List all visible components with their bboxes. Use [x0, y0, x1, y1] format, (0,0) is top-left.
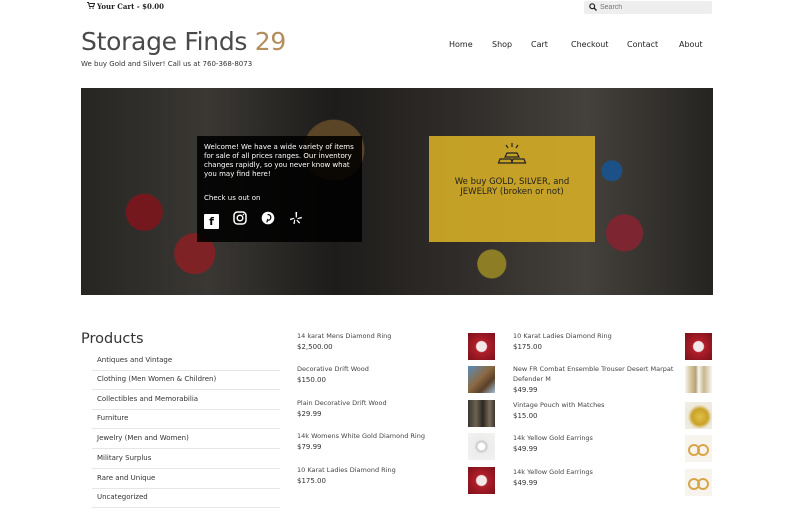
product-price: $49.99: [513, 479, 538, 487]
category-label: Uncategorized: [97, 493, 148, 501]
product-thumbnail[interactable]: [468, 400, 495, 427]
product-name[interactable]: 14 karat Mens Diamond Ring: [297, 331, 457, 341]
site-title-text: Storage Finds: [81, 27, 248, 56]
product-price: $175.00: [297, 477, 326, 485]
search-input[interactable]: [600, 2, 708, 12]
category-antiques[interactable]: Antiques and Vintage: [92, 352, 280, 371]
product-thumbnail[interactable]: [685, 366, 712, 393]
nav-cart[interactable]: Cart: [531, 40, 548, 49]
nav-about[interactable]: About: [679, 40, 703, 49]
social-links: f: [204, 210, 311, 229]
nav-checkout[interactable]: Checkout: [571, 40, 608, 49]
category-clothing[interactable]: Clothing (Men Women & Children): [92, 371, 280, 390]
product-price: $49.99: [513, 445, 538, 453]
yelp-icon[interactable]: [288, 211, 303, 226]
gold-bars-icon: [497, 142, 527, 164]
product-name[interactable]: 14k Yellow Gold Earrings: [513, 467, 678, 477]
product-thumbnail[interactable]: [468, 433, 495, 460]
products-heading: Products: [81, 331, 144, 347]
product-price: $150.00: [297, 376, 326, 384]
category-label: Furniture: [97, 414, 129, 422]
product-price: $49.99: [513, 386, 538, 394]
hero-banner: Welcome! We have a wide variety of items…: [81, 88, 713, 295]
product-name[interactable]: New FR Combat Ensemble Trouser Desert Ma…: [513, 364, 683, 384]
pinterest-icon[interactable]: [260, 211, 275, 226]
search-icon[interactable]: [589, 3, 597, 13]
product-thumbnail[interactable]: [468, 333, 495, 360]
product-name[interactable]: 10 Karat Ladies Diamond Ring: [297, 465, 457, 475]
site-tagline: We buy Gold and Silver! Call us at 760-3…: [81, 60, 253, 68]
product-thumbnail[interactable]: [685, 469, 712, 496]
product-price: $79.99: [297, 443, 322, 451]
category-label: Antiques and Vintage: [97, 356, 173, 364]
facebook-icon[interactable]: f: [204, 214, 219, 229]
category-jewelry[interactable]: Jewelry (Men and Women): [92, 430, 280, 449]
category-military[interactable]: Military Surplus: [92, 450, 280, 469]
category-collectibles[interactable]: Collectibles and Memorabilia: [92, 391, 280, 410]
category-label: Collectibles and Memorabilia: [97, 395, 199, 403]
cart-icon: [87, 2, 96, 11]
product-thumbnail[interactable]: [685, 435, 712, 462]
gold-panel: We buy GOLD, SILVER, and JEWELRY (broken…: [429, 136, 595, 242]
welcome-panel: Welcome! We have a wide variety of items…: [197, 136, 362, 242]
product-thumbnail[interactable]: [468, 467, 495, 494]
category-rare[interactable]: Rare and Unique: [92, 470, 280, 489]
product-price: $175.00: [513, 343, 542, 351]
category-label: Rare and Unique: [97, 474, 156, 482]
product-name[interactable]: 10 Karat Ladies Diamond Ring: [513, 331, 678, 341]
product-name[interactable]: Decorative Drift Wood: [297, 364, 457, 374]
top-bar: Your Cart - $0.00: [0, 0, 796, 16]
site-title[interactable]: Storage Finds 29: [81, 27, 286, 56]
nav-shop[interactable]: Shop: [492, 40, 512, 49]
category-label: Military Surplus: [97, 454, 152, 462]
product-name[interactable]: 14k Yellow Gold Earrings: [513, 433, 678, 443]
nav-home[interactable]: Home: [449, 40, 473, 49]
product-thumbnail[interactable]: [468, 366, 495, 393]
check-us-out-text: Check us out on: [204, 194, 261, 202]
search-box: [584, 1, 712, 14]
category-label: Clothing (Men Women & Children): [97, 375, 217, 383]
site-title-number: 29: [254, 27, 287, 56]
welcome-text: Welcome! We have a wide variety of items…: [204, 143, 354, 178]
product-name[interactable]: Plain Decorative Drift Wood: [297, 398, 457, 408]
category-furniture[interactable]: Furniture: [92, 410, 280, 429]
instagram-icon[interactable]: [232, 211, 247, 226]
nav-contact[interactable]: Contact: [627, 40, 658, 49]
cart-link[interactable]: Your Cart - $0.00: [87, 2, 164, 11]
product-thumbnail[interactable]: [685, 402, 712, 429]
product-price: $15.00: [513, 412, 538, 420]
category-label: Jewelry (Men and Women): [97, 434, 189, 442]
cart-label: Your Cart - $0.00: [97, 2, 164, 11]
product-thumbnail[interactable]: [685, 333, 712, 360]
category-uncategorized[interactable]: Uncategorized: [92, 489, 280, 508]
product-price: $29.99: [297, 410, 322, 418]
product-name[interactable]: Vintage Pouch with Matches: [513, 400, 678, 410]
product-name[interactable]: 14k Womens White Gold Diamond Ring: [297, 431, 457, 441]
product-price: $2,500.00: [297, 343, 333, 351]
gold-text: We buy GOLD, SILVER, and JEWELRY (broken…: [454, 177, 570, 197]
